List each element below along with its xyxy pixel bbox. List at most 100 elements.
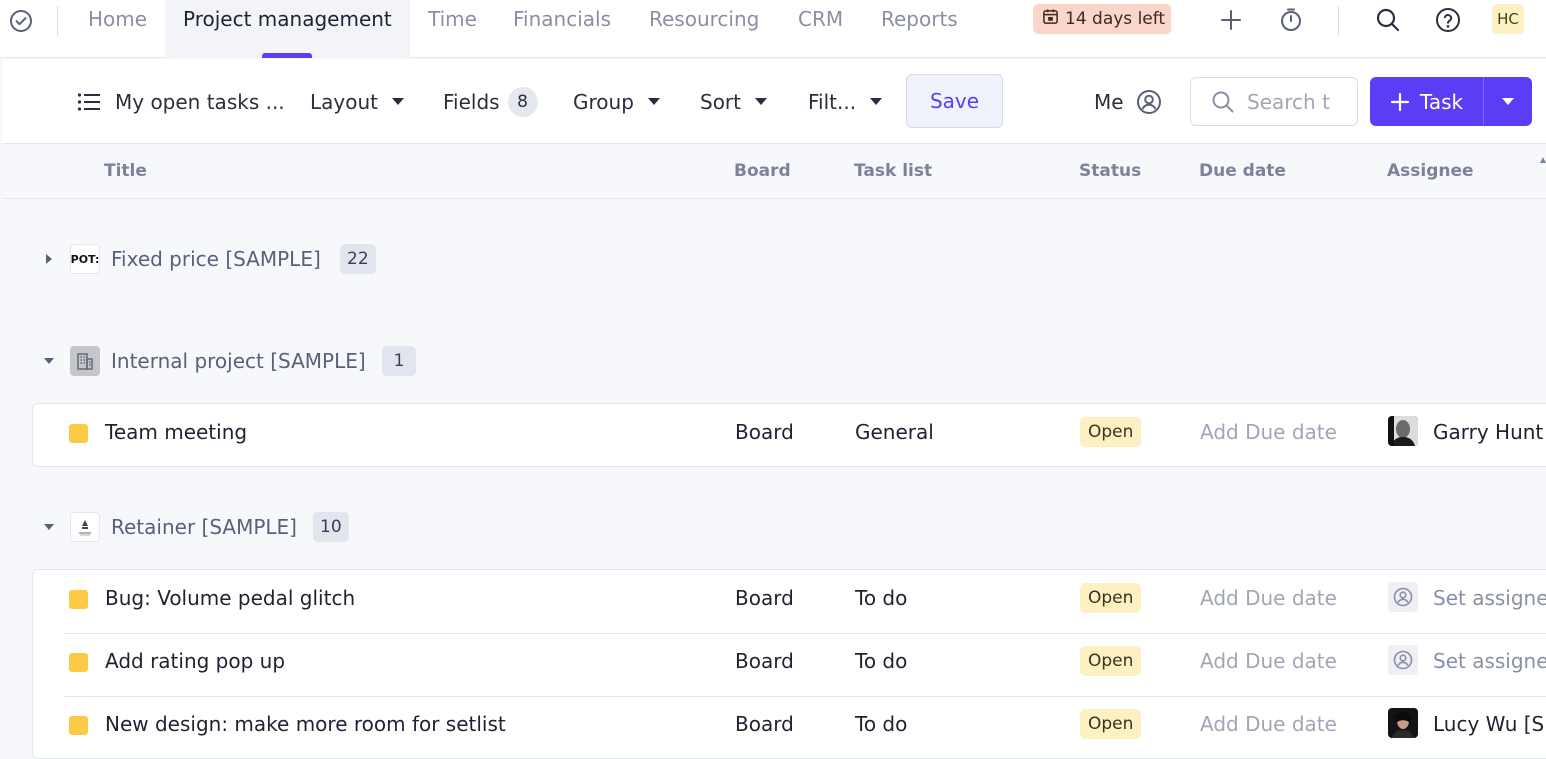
add-due-date[interactable]: Add Due date [1200,712,1337,736]
group-title: Fixed price [SAMPLE] [111,247,321,271]
tab-project-management[interactable]: Project management [165,0,410,58]
view-selector[interactable]: My open tasks ... [77,59,285,144]
add-due-date[interactable]: Add Due date [1200,420,1337,444]
set-assignee[interactable]: Set assignee [1433,586,1546,610]
new-task-button[interactable]: Task [1370,77,1484,126]
column-header-board[interactable]: Board [734,161,791,181]
help-question-icon[interactable] [1433,5,1463,35]
group-dropdown[interactable]: Group [573,59,660,144]
new-task-label: Task [1419,89,1464,114]
new-task-button-group: Task [1370,77,1532,126]
project-logo-icon [70,512,100,542]
column-header-due-date[interactable]: Due date [1199,161,1286,181]
group-title: Retainer [SAMPLE] [111,515,297,539]
sort-dropdown[interactable]: Sort [700,59,767,144]
avatar [1388,708,1418,738]
task-type-marker [69,424,88,443]
assignee-name[interactable]: Garry Hunt [1433,420,1543,444]
filter-dropdown[interactable]: Filt... [808,59,883,144]
task-title[interactable]: Bug: Volume pedal glitch [105,586,355,610]
column-header-status[interactable]: Status [1079,161,1141,181]
add-due-date[interactable]: Add Due date [1200,586,1337,610]
set-assignee[interactable]: Set assignee [1433,649,1546,673]
tab-time[interactable]: Time [428,0,477,58]
task-board[interactable]: Board [735,712,794,736]
status-badge[interactable]: Open [1080,709,1142,739]
task-list[interactable]: General [855,420,934,444]
tab-home[interactable]: Home [88,0,147,58]
group-header-retainer[interactable]: Retainer [SAMPLE] 10 [0,507,1546,547]
task-board[interactable]: Board [735,586,794,610]
trial-days-badge[interactable]: 14 days left [1033,4,1171,34]
chevron-down-icon [755,98,767,105]
task-search-field[interactable] [1190,77,1358,126]
task-group-card: Team meeting Board General Open Add Due … [32,403,1546,467]
new-task-options-button[interactable] [1484,77,1532,126]
status-badge[interactable]: Open [1080,583,1142,613]
fields-count-badge: 8 [507,86,538,117]
top-navigation: Home Project management Time Financials … [0,0,1546,58]
group-count-badge: 1 [382,346,416,376]
assignee-name[interactable]: Lucy Wu [S [1433,712,1544,736]
avatar [1388,416,1418,446]
task-type-marker [69,590,88,609]
layout-dropdown[interactable]: Layout [310,59,404,144]
scrollbar-up-arrow-icon[interactable] [1540,150,1546,163]
add-plus-icon[interactable] [1216,5,1246,35]
search-input[interactable] [1247,89,1337,114]
status-badge[interactable]: Open [1080,646,1142,676]
group-header-internal-project[interactable]: Internal project [SAMPLE] 1 [0,341,1546,381]
tab-reports[interactable]: Reports [881,0,958,58]
user-circle-icon [1136,89,1162,115]
fields-label: Fields [443,89,500,114]
fields-button[interactable]: Fields 8 [443,59,538,144]
task-title[interactable]: Add rating pop up [105,649,285,673]
me-label: Me [1094,89,1124,114]
tab-financials[interactable]: Financials [513,0,611,58]
me-filter-toggle[interactable]: Me [1094,59,1162,144]
user-avatar[interactable]: HC [1492,4,1524,34]
task-list[interactable]: To do [855,649,907,673]
tab-crm[interactable]: CRM [798,0,843,58]
nav-divider [57,6,58,36]
caret-right-icon[interactable] [42,252,56,266]
chevron-down-icon [647,98,660,105]
nav-divider [1338,6,1339,36]
status-badge[interactable]: Open [1080,417,1142,447]
column-header-task-list[interactable]: Task list [854,161,932,181]
table-row[interactable]: Add rating pop up Board To do Open Add D… [33,633,1546,696]
chevron-down-icon [870,98,883,105]
task-title[interactable]: Team meeting [105,420,247,444]
add-due-date[interactable]: Add Due date [1200,649,1337,673]
column-header-title[interactable]: Title [104,161,147,181]
task-board[interactable]: Board [735,420,794,444]
caret-down-icon[interactable] [42,354,56,368]
user-placeholder-icon[interactable] [1388,582,1418,612]
task-list[interactable]: To do [855,586,907,610]
task-type-marker [69,716,88,735]
task-title[interactable]: New design: make more room for setlist [105,712,506,736]
project-logo: POT: [70,244,100,274]
group-label: Group [573,89,634,114]
table-row[interactable]: New design: make more room for setlist B… [33,696,1546,759]
save-view-button[interactable]: Save [906,74,1003,128]
task-group-card: Bug: Volume pedal glitch Board To do Ope… [32,569,1546,759]
search-icon[interactable] [1373,5,1403,35]
task-list[interactable]: To do [855,712,907,736]
tab-resourcing[interactable]: Resourcing [649,0,759,58]
chevron-down-icon [1502,98,1514,105]
user-placeholder-icon[interactable] [1388,645,1418,675]
task-board[interactable]: Board [735,649,794,673]
column-header-assignee[interactable]: Assignee [1387,161,1474,181]
group-title: Internal project [SAMPLE] [111,349,366,373]
table-row[interactable]: Bug: Volume pedal glitch Board To do Ope… [33,570,1546,633]
plus-icon [1390,92,1410,112]
list-icon [77,92,101,112]
timer-stopwatch-icon[interactable] [1276,5,1306,35]
caret-down-icon[interactable] [42,520,56,534]
filter-label: Filt... [808,89,857,114]
app-logo-check-icon[interactable] [8,8,34,34]
row-divider [63,633,1546,634]
table-row[interactable]: Team meeting Board General Open Add Due … [33,404,1546,467]
group-header-fixed-price[interactable]: POT: Fixed price [SAMPLE] 22 [0,239,1546,279]
